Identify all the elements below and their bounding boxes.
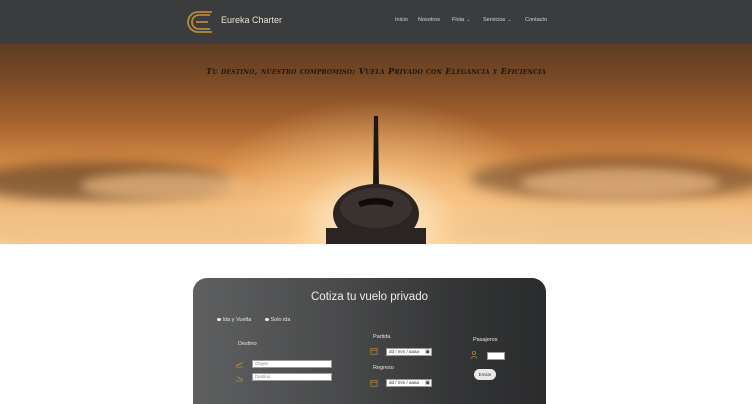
nav-item-servicios[interactable]: Servicios ⌄ <box>483 17 512 23</box>
destino-label: Destino <box>238 341 257 347</box>
radio-label: Ida y Vuelta <box>222 317 252 323</box>
calendar-icon <box>370 348 378 355</box>
chevron-down-icon: ⌄ <box>466 17 471 23</box>
nav-item-label: Servicios <box>483 17 506 23</box>
nav-item-label: Nosotros <box>418 17 441 23</box>
partida-label: Partida <box>373 334 391 340</box>
quote-form-card: Cotiza tu vuelo privado Ida y Vuelta Sol… <box>193 278 546 404</box>
trip-type-roundtrip-radio[interactable]: Ida y Vuelta <box>217 317 251 323</box>
radio-dot-icon <box>217 317 221 322</box>
calendar-picker-icon[interactable]: ▣ <box>425 349 430 355</box>
nav-item-label: Flota <box>452 17 465 23</box>
form-title: Cotiza tu vuelo privado <box>311 291 428 303</box>
destination-input[interactable]: Destino <box>252 373 332 381</box>
radio-label: Solo ida <box>270 317 291 323</box>
calendar-icon <box>370 380 378 387</box>
eureka-logo-icon[interactable] <box>186 6 218 38</box>
nav-item-label: Contacto <box>525 17 548 23</box>
passengers-input[interactable] <box>487 352 505 360</box>
nav-item-inicio[interactable]: Inicio <box>395 17 408 23</box>
airplane-image <box>326 116 426 244</box>
calendar-picker-icon[interactable]: ▣ <box>425 380 430 386</box>
radio-dot-icon <box>265 317 269 322</box>
origin-input[interactable]: Origen <box>252 360 332 368</box>
person-icon <box>470 350 478 359</box>
plane-landing-icon <box>235 375 244 382</box>
hero-tagline: Tu destino, nuestro compromiso: Vuela Pr… <box>205 67 547 77</box>
cloud-shape <box>80 172 250 200</box>
nav-item-flota[interactable]: Flota ⌄ <box>452 17 470 23</box>
regreso-label: Regreso <box>373 365 394 371</box>
nav-item-nosotros[interactable]: Nosotros <box>418 17 440 23</box>
date-placeholder: dd / mm / aaaa <box>389 380 420 385</box>
plane-takeoff-icon <box>235 361 244 368</box>
cloud-shape <box>0 204 300 244</box>
hero-banner: Tu destino, nuestro compromiso: Vuela Pr… <box>0 44 752 244</box>
return-date-input[interactable]: dd / mm / aaaa ▣ <box>386 379 432 387</box>
departure-date-input[interactable]: dd / mm / aaaa ▣ <box>386 348 432 356</box>
pasajeros-label: Pasajeros <box>473 337 498 343</box>
submit-button[interactable]: Enviar <box>474 369 496 380</box>
nav-item-contacto[interactable]: Contacto <box>525 17 547 23</box>
nav-item-label: Inicio <box>395 17 408 23</box>
cloud-shape <box>450 202 752 244</box>
cloud-shape <box>520 168 720 198</box>
top-navbar: Eureka Charter Inicio Nosotros Flota ⌄ Se… <box>0 0 752 44</box>
chevron-down-icon: ⌄ <box>507 17 512 23</box>
date-placeholder: dd / mm / aaaa <box>389 349 420 354</box>
trip-type-oneway-radio[interactable]: Solo ida <box>265 317 290 323</box>
brand-name[interactable]: Eureka Charter <box>221 15 282 25</box>
